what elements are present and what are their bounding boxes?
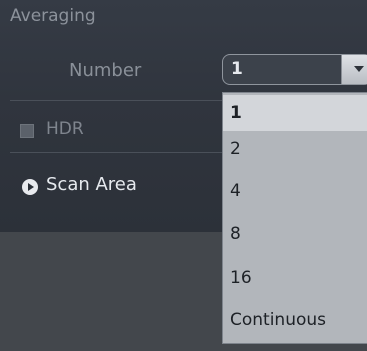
dropdown-option-8[interactable]: 8 [223, 216, 367, 252]
hdr-label: HDR [46, 119, 84, 139]
number-dropdown-list: 1 2 4 8 16 Continuous [222, 92, 367, 344]
dropdown-option-1[interactable]: 1 [223, 95, 367, 131]
averaging-section-title: Averaging [10, 6, 96, 26]
chevron-down-icon[interactable] [341, 55, 367, 84]
dropdown-option-16[interactable]: 16 [223, 260, 367, 296]
number-select[interactable]: 1 [222, 54, 367, 85]
number-select-value: 1 [231, 59, 243, 79]
hdr-checkbox[interactable] [20, 124, 34, 138]
play-circle-icon[interactable] [22, 179, 38, 195]
scan-area-label[interactable]: Scan Area [46, 174, 137, 195]
number-label: Number [69, 60, 142, 81]
dropdown-option-4[interactable]: 4 [223, 173, 367, 209]
dropdown-option-continuous[interactable]: Continuous [223, 302, 367, 338]
dropdown-option-2[interactable]: 2 [223, 131, 367, 167]
